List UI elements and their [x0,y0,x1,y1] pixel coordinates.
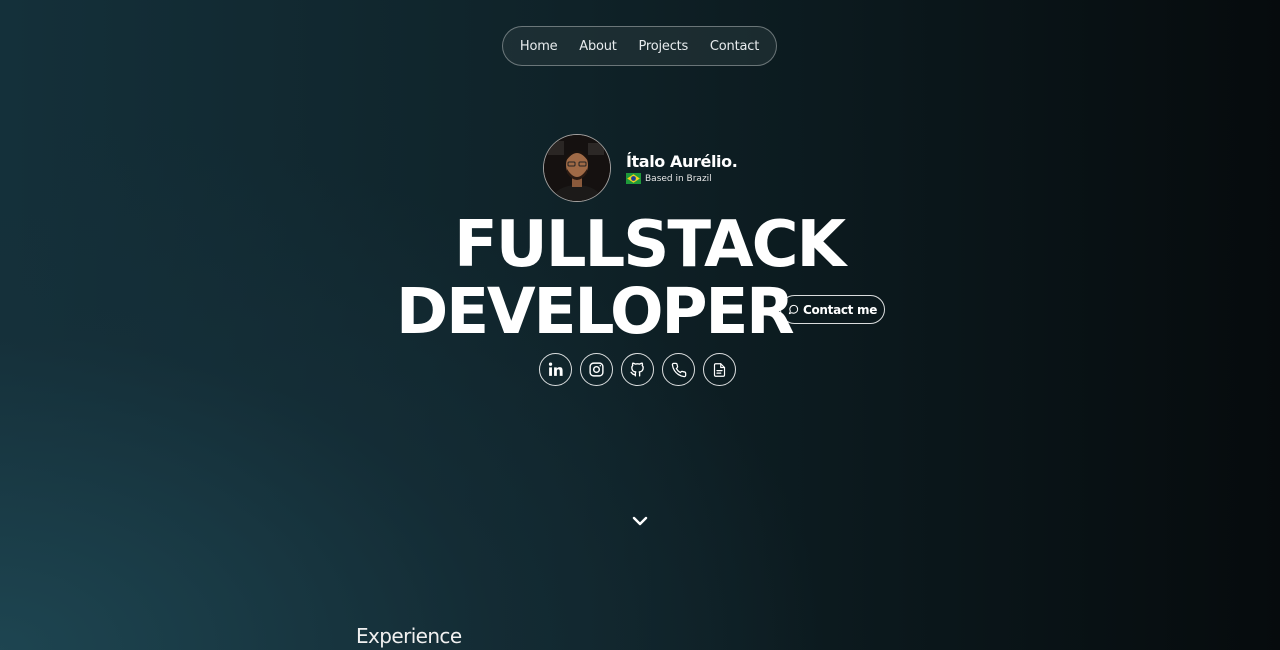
contact-me-label: Contact me [802,302,878,317]
profile-name: Ítalo Aurélio. [626,152,738,171]
profile-location: Based in Brazil [626,173,737,184]
nav-home-link[interactable]: Home [520,39,558,54]
phone-icon [671,362,686,377]
instagram-link[interactable] [580,353,613,386]
contact-me-button[interactable]: Contact me [780,295,885,324]
profile-card: Ítalo Aurélio. Based in Brazil [543,134,738,202]
scroll-down-button[interactable] [630,512,650,530]
nav-about-link[interactable]: About [579,39,617,54]
nav-projects-link[interactable]: Projects [638,39,688,54]
nav-contact-link[interactable]: Contact [710,39,759,54]
profile-text: Ítalo Aurélio. Based in Brazil [626,152,738,184]
github-icon [630,362,644,377]
location-text: Based in Brazil [645,173,712,184]
avatar [543,134,611,202]
top-nav: Home About Projects Contact [502,26,777,66]
experience-heading: Experience [356,624,462,648]
resume-link[interactable] [703,353,736,386]
chat-bubble-icon [788,304,799,315]
linkedin-icon [548,362,563,376]
social-links [539,353,736,386]
headline-fullstack: FULLSTACK [454,208,846,282]
instagram-icon [589,362,604,377]
headline-developer: DEVELOPER [396,275,795,348]
page: Home About Projects Contact Ítalo Auréli… [0,0,1280,650]
brazil-flag-icon [626,173,641,184]
document-icon [713,362,726,377]
github-link[interactable] [621,353,654,386]
chevron-down-icon [632,516,648,526]
phone-link[interactable] [662,353,695,386]
linkedin-link[interactable] [539,353,572,386]
